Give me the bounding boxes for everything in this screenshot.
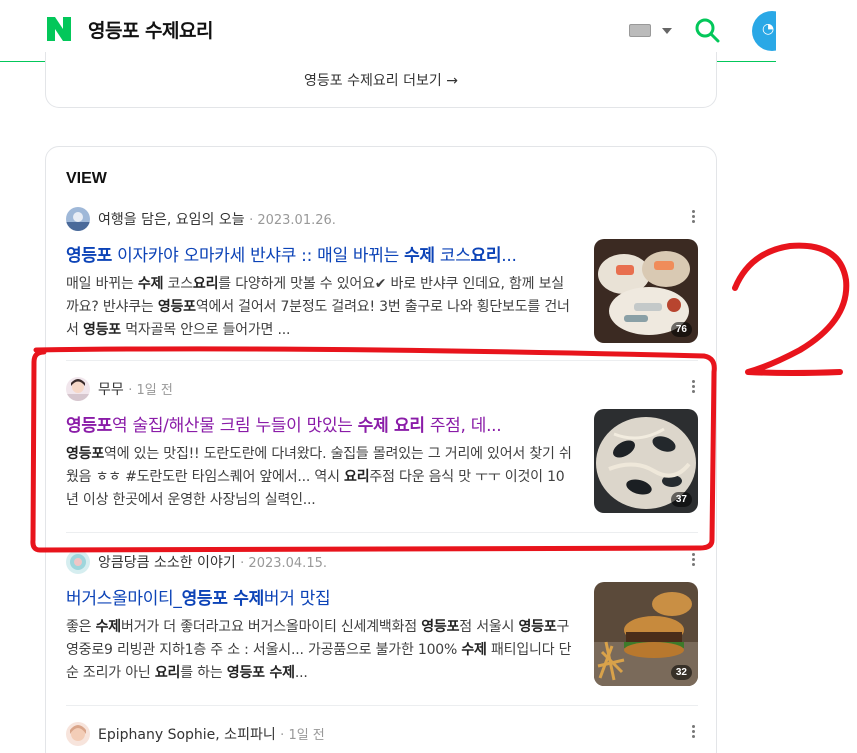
post-date: 1일 전 (288, 728, 325, 743)
post-snippet[interactable]: 매일 바뀌는 수제 코스요리를 다양하게 맛볼 수 있어요✔ 바로 반샤쿠 인데… (66, 273, 576, 342)
author-line[interactable]: 무무 · 1일 전 (98, 379, 173, 399)
section-title: VIEW (66, 170, 107, 187)
post-thumbnail[interactable]: 32 (594, 582, 698, 686)
viewport-edge (776, 0, 857, 62)
post-thumbnail[interactable]: 37 (594, 409, 698, 513)
keyword-highlight: 수제 (404, 246, 435, 266)
divider (66, 360, 698, 361)
keyword-highlight: 수제 (95, 619, 122, 635)
keyword-highlight: 요리 (344, 469, 370, 485)
text-segment: 버거가 더 좋더라고요 버거스올마이티 신세계백화점 (121, 619, 422, 635)
keyword-highlight: 영등포 (66, 446, 105, 462)
author-name[interactable]: 무무 (98, 382, 124, 398)
avatar[interactable] (66, 722, 90, 746)
keyword-highlight: 영등포 (421, 619, 460, 635)
text-segment: 먹자골목 안으로 들어가면 ... (120, 322, 291, 338)
text-segment: 역 술집/해산물 크림 누들이 맛있는 (112, 416, 358, 436)
keyword-highlight: 수제 요리 (357, 416, 425, 436)
post-thumbnail[interactable]: 76 (594, 239, 698, 343)
annotation-number: 2 (790, 319, 791, 321)
author-line[interactable]: 여행을 담은, 요임의 오늘 · 2023.01.26. (98, 209, 336, 229)
keyword-highlight: 영등포 (66, 416, 113, 436)
keyword-highlight: 수제 (461, 642, 487, 658)
post-date: 1일 전 (136, 383, 173, 398)
search-query[interactable]: 영등포 수제요리 (88, 16, 213, 43)
author-name[interactable]: 여행을 담은, 요임의 오늘 (98, 212, 245, 228)
keyword-highlight: 요리 (154, 665, 181, 681)
post-snippet[interactable]: 좋은 수제버거가 더 좋더라고요 버거스올마이티 신세계백화점 영등포점 서울시… (66, 616, 576, 685)
keyword-highlight: 수제 (137, 276, 164, 292)
more-options-icon[interactable] (692, 210, 696, 226)
text-segment: 버거 맛집 (263, 589, 331, 609)
keyword-highlight: 영등포 (82, 322, 121, 338)
more-results-card: 영등포 수제요리 더보기 → (45, 52, 717, 108)
dropdown-caret-icon[interactable] (662, 28, 672, 34)
avatar[interactable] (66, 377, 90, 401)
author-name[interactable]: Epiphany Sophie, 소피파니 (98, 727, 276, 743)
image-count-badge: 37 (670, 492, 692, 507)
keyboard-icon[interactable] (629, 24, 651, 37)
text-segment: 를 하는 (180, 665, 227, 681)
post-snippet[interactable]: 영등포역에 있는 맛집!! 도란도란에 다녀왔다. 술집들 몰려있는 그 거리에… (66, 443, 576, 512)
search-icon[interactable] (694, 17, 720, 43)
keyword-highlight: 영등포 (157, 299, 196, 315)
divider (66, 532, 698, 533)
post-title[interactable]: 영등포역 술집/해산물 크림 누들이 맛있는 수제 요리 주점, 데... (66, 411, 576, 436)
annotation-number-stroke (732, 242, 850, 376)
text-segment: ... (294, 665, 308, 681)
more-options-icon[interactable] (692, 725, 696, 741)
divider (66, 705, 698, 706)
avatar[interactable] (66, 207, 90, 231)
keyword-highlight: 요리 (192, 276, 219, 292)
text-segment: 코스 (434, 246, 471, 266)
text-segment: ... (501, 246, 517, 266)
view-section: VIEW 여행을 담은, 요임의 오늘 · 2023.01.26. 영등포 이자… (45, 146, 717, 753)
author-name[interactable]: 앙큼당큼 소소한 이야기 (98, 555, 236, 571)
more-options-icon[interactable] (692, 380, 696, 396)
keyword-highlight: 영등포 수제 (226, 665, 295, 681)
text-segment: 좋은 (66, 619, 96, 635)
image-count-badge: 76 (670, 322, 692, 337)
keyword-highlight: 영등포 (66, 246, 113, 266)
keyword-highlight: 요리 (470, 246, 502, 266)
avatar[interactable] (66, 550, 90, 574)
author-line[interactable]: Epiphany Sophie, 소피파니 · 1일 전 (98, 724, 325, 744)
text-segment: 점 서울시 (459, 619, 519, 635)
keyword-highlight: 영등포 (518, 619, 557, 635)
text-segment: 주점, 데... (424, 416, 502, 436)
text-segment: 버거스올마이티_ (66, 589, 182, 609)
keyword-highlight: 영등포 수제 (181, 589, 265, 609)
post-date: 2023.04.15. (248, 556, 327, 571)
text-segment: 이자카야 오마카세 반샤쿠 :: 매일 바뀌는 (112, 246, 405, 266)
more-options-icon[interactable] (692, 553, 696, 569)
post-date: 2023.01.26. (257, 213, 336, 228)
more-results-link[interactable]: 영등포 수제요리 더보기 → (46, 70, 716, 90)
author-line[interactable]: 앙큼당큼 소소한 이야기 · 2023.04.15. (98, 552, 327, 572)
naver-logo[interactable] (44, 14, 74, 44)
image-count-badge: 32 (670, 665, 692, 680)
post-title[interactable]: 버거스올마이티_영등포 수제버거 맛집 (66, 584, 576, 609)
text-segment: 코스 (163, 276, 194, 292)
text-segment: 매일 바뀌는 (66, 276, 138, 292)
post-title[interactable]: 영등포 이자카야 오마카세 반샤쿠 :: 매일 바뀌는 수제 코스요리... (66, 241, 576, 266)
